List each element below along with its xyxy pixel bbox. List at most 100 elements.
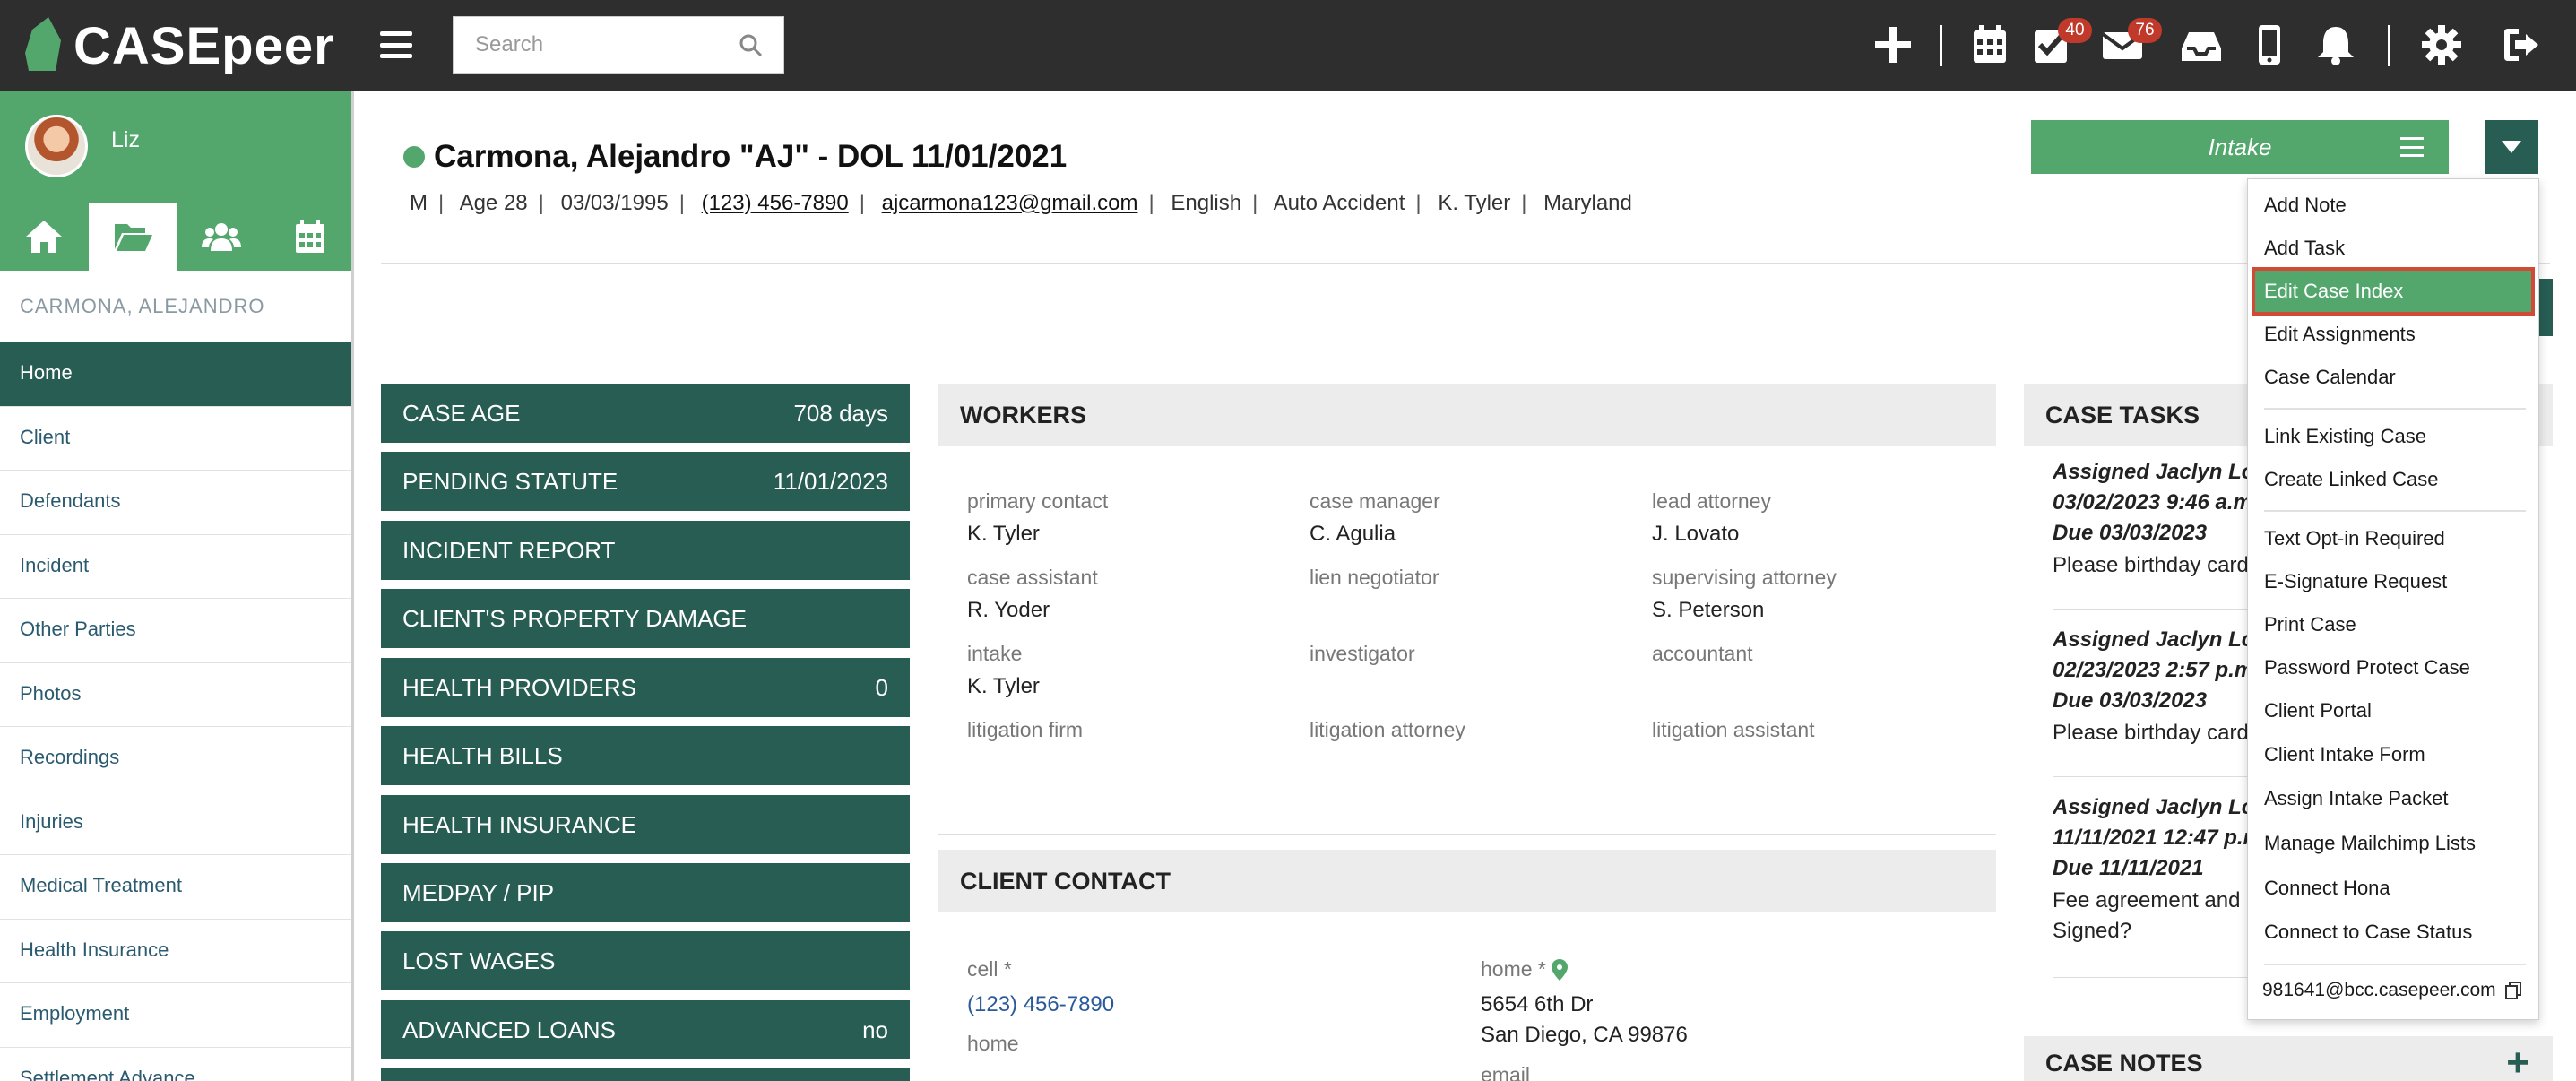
list-menu-icon [2400, 137, 2424, 157]
case-actions-dropdown-menu: Add Note Add Task Edit Case Index Edit A… [2247, 178, 2539, 1020]
avatar[interactable] [25, 115, 88, 177]
sidebar-item-settlement-advance[interactable]: Settlement Advance [0, 1048, 351, 1081]
case-status-label: Intake [2208, 133, 2272, 160]
casepeer-logo[interactable]: CASEpeer [25, 13, 335, 79]
sidebar-item-employment[interactable]: Employment [0, 983, 351, 1048]
worker-investigator: investigator [1310, 642, 1641, 674]
field-label: litigation attorney [1310, 718, 1465, 741]
sidebar-item-health-insurance[interactable]: Health Insurance [0, 920, 351, 983]
task-item[interactable]: Assigned Jaclyn Lovato 02/23/2023 2:57 p… [2053, 625, 2250, 748]
menu-item-case-calendar[interactable]: Case Calendar [2248, 357, 2538, 398]
stat-label: MEDPAY / PIP [402, 878, 555, 906]
user-name[interactable]: Liz [111, 127, 140, 153]
mobile-phone-icon[interactable] [2244, 20, 2295, 70]
sidebar-item-defendants[interactable]: Defendants [0, 471, 351, 535]
divider [381, 263, 2550, 264]
field-label: litigation assistant [1652, 718, 1815, 741]
sidebar-item-client[interactable]: Client [0, 407, 351, 471]
stat-pending-statute[interactable]: PENDING STATUTE 11/01/2023 [381, 452, 910, 511]
divider [2053, 776, 2268, 777]
menu-item-edit-case-index[interactable]: Edit Case Index [2252, 267, 2535, 316]
inbox-tray-icon[interactable] [2176, 20, 2226, 70]
home-address-line-2: San Diego, CA 99876 [1481, 1023, 1688, 1047]
menu-divider [2264, 964, 2526, 965]
tasks-count-badge: 40 [2058, 18, 2092, 43]
stat-advanced-loans[interactable]: ADVANCED LOANS no [381, 1000, 910, 1059]
menu-item-link-existing-case[interactable]: Link Existing Case [2248, 416, 2538, 457]
hamburger-menu-icon[interactable] [380, 29, 412, 61]
tab-calendar[interactable] [265, 203, 354, 271]
calendar-icon[interactable] [1965, 20, 2015, 70]
case-actions-dropdown-toggle[interactable] [2485, 120, 2538, 174]
divider [2053, 609, 2268, 610]
field-value: K. Tyler [967, 522, 1040, 546]
add-note-plus-icon[interactable]: + [2506, 1043, 2529, 1081]
folder-open-icon [115, 224, 153, 251]
phone-link[interactable]: (123) 456-7890 [702, 191, 849, 215]
tasks-check-icon[interactable]: 40 [2027, 18, 2092, 70]
stat-next-partial[interactable] [381, 1068, 910, 1081]
stat-incident-report[interactable]: INCIDENT REPORT [381, 521, 910, 580]
task-text: Please birthday card [2053, 721, 2249, 745]
stat-health-insurance[interactable]: HEALTH INSURANCE [381, 795, 910, 854]
sidebar-item-medical-treatment[interactable]: Medical Treatment [0, 855, 351, 920]
menu-item-client-portal[interactable]: Client Portal [2248, 690, 2538, 731]
sidebar-item-home[interactable]: Home [0, 342, 351, 407]
search-input[interactable] [454, 17, 783, 73]
stat-lost-wages[interactable]: LOST WAGES [381, 931, 910, 990]
sidebar-item-injuries[interactable]: Injuries [0, 791, 351, 855]
tab-cases[interactable] [88, 203, 177, 271]
menu-item-e-signature-request[interactable]: E-Signature Request [2248, 561, 2538, 602]
email-link[interactable]: ajcarmona123@gmail.com [882, 191, 1138, 215]
logout-icon[interactable] [2497, 20, 2547, 70]
stat-health-providers[interactable]: HEALTH PROVIDERS 0 [381, 658, 910, 717]
case-status-button[interactable]: Intake [2031, 120, 2449, 174]
stat-medpay-pip[interactable]: MEDPAY / PIP [381, 863, 910, 922]
task-date: 11/11/2021 12:47 p.m. [2053, 826, 2250, 850]
worker-primary-contact: primary contact K. Tyler [967, 489, 1299, 547]
mail-icon[interactable]: 76 [2097, 18, 2162, 70]
field-label: intake [967, 642, 1023, 665]
sidebar-item-recordings[interactable]: Recordings [0, 727, 351, 791]
copy-icon[interactable] [2504, 982, 2521, 999]
settings-gear-icon[interactable] [2416, 20, 2467, 70]
task-item[interactable]: Assigned Jaclyn Lovato 03/02/2023 9:46 a… [2053, 457, 2250, 581]
menu-item-edit-assignments[interactable]: Edit Assignments [2248, 314, 2538, 355]
stat-case-age[interactable]: CASE AGE 708 days [381, 384, 910, 443]
menu-item-manage-mailchimp-lists[interactable]: Manage Mailchimp Lists [2248, 823, 2538, 864]
menu-item-text-opt-in-required[interactable]: Text Opt-in Required [2248, 518, 2538, 559]
divider [2053, 977, 2268, 978]
search-icon[interactable] [739, 33, 764, 58]
sidebar-item-other-parties[interactable]: Other Parties [0, 599, 351, 663]
map-pin-icon[interactable] [1551, 958, 1568, 981]
menu-item-client-intake-form[interactable]: Client Intake Form [2248, 734, 2538, 775]
menu-item-assign-intake-packet[interactable]: Assign Intake Packet [2248, 778, 2538, 819]
workers-panel-header: WORKERS [938, 384, 1996, 446]
cell-phone-link[interactable]: (123) 456-7890 [967, 990, 1114, 1020]
task-item[interactable]: Assigned Jaclyn Lovato 11/11/2021 12:47 … [2053, 792, 2250, 947]
tab-contacts[interactable] [177, 203, 266, 271]
task-assigned: Assigned Jaclyn Lovato [2053, 627, 2250, 652]
menu-item-connect-hona[interactable]: Connect Hona [2248, 868, 2538, 909]
logo-leaf-icon [25, 17, 61, 71]
sidebar-item-incident[interactable]: Incident [0, 535, 351, 599]
worker-accountant: accountant [1652, 642, 1984, 674]
stat-health-bills[interactable]: HEALTH BILLS [381, 726, 910, 785]
mail-count-badge: 76 [2128, 18, 2162, 43]
menu-item-add-note[interactable]: Add Note [2248, 185, 2538, 226]
sidebar-item-photos[interactable]: Photos [0, 663, 351, 727]
menu-item-print-case[interactable]: Print Case [2248, 604, 2538, 645]
field-label: case manager [1310, 489, 1440, 513]
field-label: litigation firm [967, 718, 1084, 741]
tab-home[interactable] [0, 203, 89, 271]
language: English [1171, 191, 1242, 215]
add-plus-icon[interactable] [1868, 20, 1918, 70]
menu-divider [2264, 510, 2526, 512]
menu-item-add-task[interactable]: Add Task [2248, 228, 2538, 269]
stat-label: CASE AGE [402, 399, 521, 427]
notification-bell-icon[interactable] [2311, 20, 2361, 70]
menu-item-connect-to-case-status[interactable]: Connect to Case Status [2248, 912, 2538, 953]
stat-client-property-damage[interactable]: CLIENT'S PROPERTY DAMAGE [381, 589, 910, 648]
menu-item-create-linked-case[interactable]: Create Linked Case [2248, 459, 2538, 500]
menu-item-password-protect-case[interactable]: Password Protect Case [2248, 647, 2538, 688]
